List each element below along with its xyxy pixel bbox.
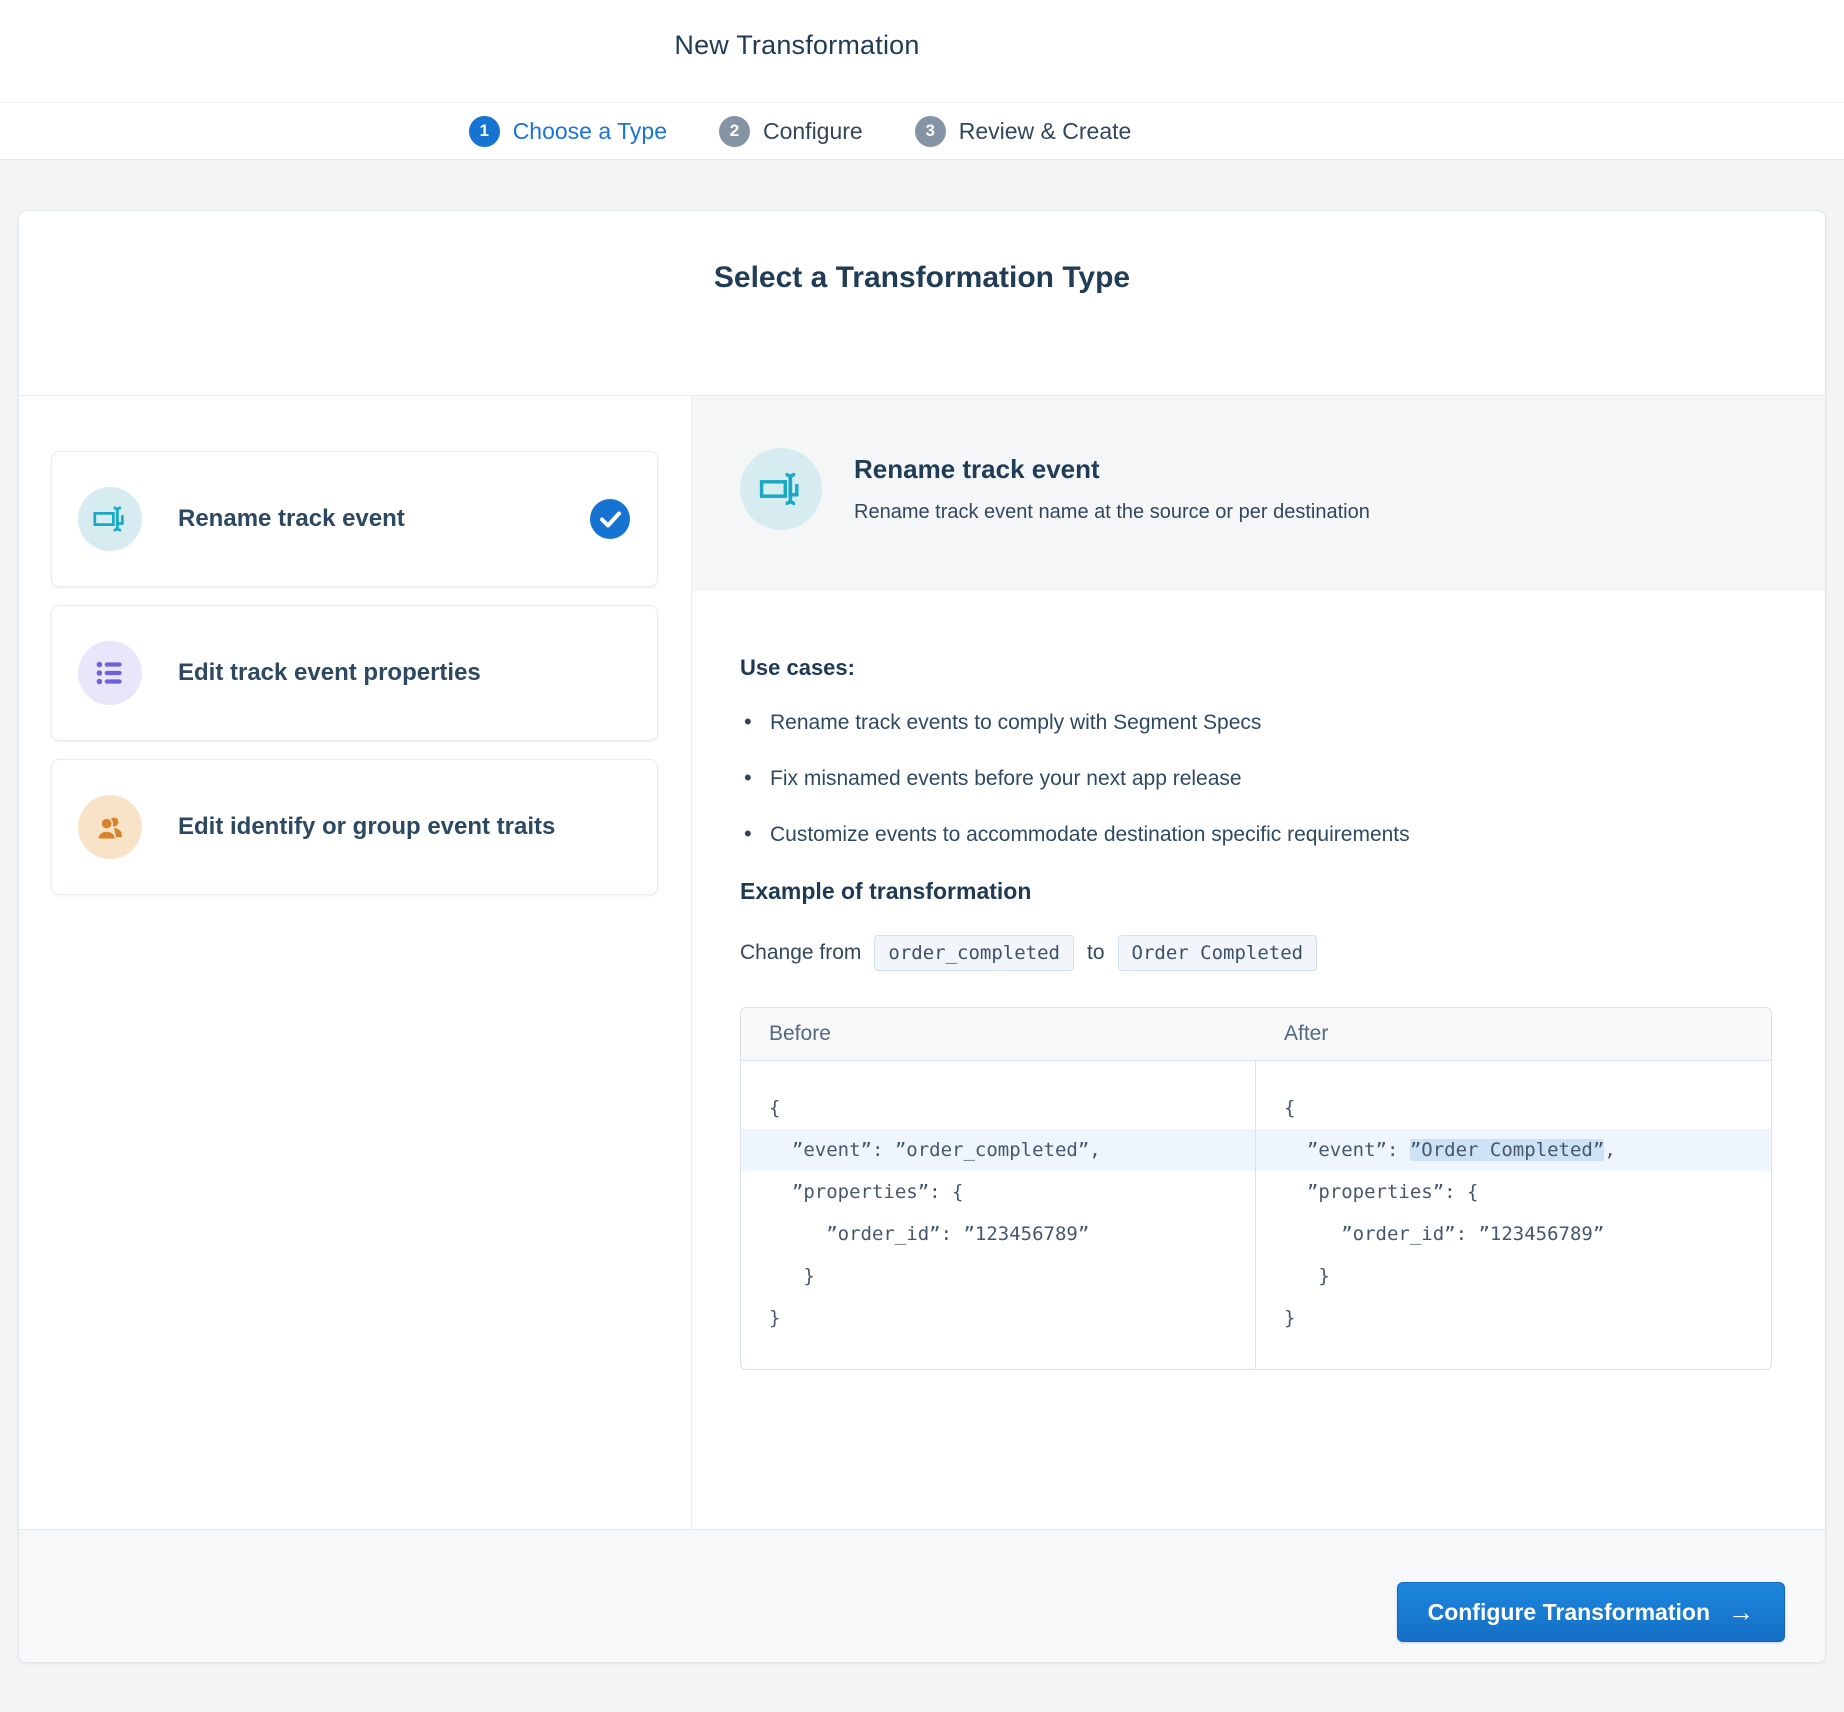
detail-body: Use cases: Rename track events to comply… [692, 591, 1825, 1370]
arrow-right-icon: → [1728, 1597, 1754, 1628]
rename-icon [740, 447, 822, 530]
before-column-header: Before [769, 1021, 831, 1045]
code-line: { [1284, 1096, 1296, 1119]
code-line: ”properties”: { [1284, 1180, 1479, 1203]
detail-panel: Rename track event Rename track event na… [692, 395, 1825, 1529]
selected-check-icon [589, 498, 631, 540]
detail-title: Rename track event [854, 453, 1100, 484]
configure-transformation-button[interactable]: Configure Transformation → [1396, 1582, 1785, 1643]
to-event-chip: Order Completed [1117, 934, 1318, 971]
code-line: ”event”: ”order_completed”, [741, 1128, 1255, 1171]
users-icon [78, 794, 142, 859]
change-example-row: Change from order_completed to Order Com… [740, 934, 1773, 971]
configure-transformation-label: Configure Transformation [1427, 1598, 1710, 1625]
step-label: Review & Create [958, 117, 1132, 144]
stepper-step-configure[interactable]: 2 Configure [718, 115, 863, 147]
option-card-edit-identify-or-group-event-traits[interactable]: Edit identify or group event traits [51, 758, 658, 895]
transformation-type-card: Select a Transformation Type Rename trac… [18, 210, 1826, 1663]
list-icon [78, 640, 142, 705]
modal-title: New Transformation [674, 30, 920, 60]
example-heading: Example of transformation [740, 877, 1032, 904]
code-line: } [1284, 1264, 1330, 1287]
card-footer: Configure Transformation → [19, 1529, 1825, 1662]
step-label: Choose a Type [512, 117, 667, 144]
use-case-item: Rename track events to comply with Segme… [740, 708, 1773, 737]
wizard-stepper: 1 Choose a Type 2 Configure 3 Review & Create [0, 103, 1844, 160]
code-line: ”order_id”: ”123456789” [1284, 1222, 1605, 1245]
option-card-rename-track-event[interactable]: Rename track event [51, 450, 658, 587]
after-code-block: { ”event”: ”Order Completed”, ”propertie… [1256, 1061, 1771, 1369]
code-line: } [769, 1264, 815, 1287]
code-line: ”event”: ”Order Completed”, [1256, 1128, 1771, 1171]
before-after-table: Before After { ”event”: ”order_completed… [740, 1006, 1772, 1370]
before-after-header-row: Before After [741, 1007, 1771, 1061]
detail-header: Rename track event Rename track event na… [692, 395, 1825, 591]
card-title-row: Select a Transformation Type [19, 211, 1825, 396]
after-column-header: After [1284, 1021, 1329, 1045]
detail-header-text: Rename track event Rename track event na… [854, 448, 1370, 591]
stepper-step-review-create[interactable]: 3 Review & Create [914, 115, 1132, 147]
use-cases-list: Rename track events to comply with Segme… [740, 708, 1773, 850]
use-case-item: Fix misnamed events before your next app… [740, 764, 1773, 793]
code-line: ”order_id”: ”123456789” [769, 1222, 1090, 1245]
from-event-chip: order_completed [874, 934, 1074, 971]
option-card-edit-track-event-properties[interactable]: Edit track event properties [51, 604, 658, 741]
change-prefix: Change from [740, 940, 862, 964]
code-line: } [769, 1306, 781, 1329]
page-title: Select a Transformation Type [713, 261, 1131, 294]
page-background: Select a Transformation Type Rename trac… [0, 160, 1844, 1663]
option-label: Edit identify or group event traits [178, 812, 556, 840]
step-number-badge: 1 [468, 115, 500, 147]
step-label: Configure [762, 117, 863, 144]
step-number-badge: 2 [718, 115, 750, 147]
code-line: { [769, 1096, 781, 1119]
code-line: ”properties”: { [769, 1180, 964, 1203]
option-label: Edit track event properties [178, 658, 481, 686]
transformation-options-list: Rename track event Edit track event prope… [19, 395, 692, 1530]
detail-description: Rename track event name at the source or… [854, 500, 1370, 523]
use-case-item: Customize events to accommodate destinat… [740, 820, 1773, 849]
stepper-steps-container: 1 Choose a Type 2 Configure 3 Review & Create [0, 103, 1600, 159]
modal-header: New Transformation [0, 0, 1844, 103]
highlighted-code-value: ”Order Completed” [1409, 1138, 1605, 1161]
rename-icon [78, 486, 142, 551]
change-connector: to [1087, 940, 1105, 964]
option-label: Rename track event [178, 504, 405, 532]
use-cases-heading: Use cases: [740, 654, 855, 680]
code-line: } [1284, 1306, 1296, 1329]
step-number-badge: 3 [914, 115, 946, 147]
before-code-block: { ”event”: ”order_completed”, ”propertie… [741, 1060, 1256, 1369]
stepper-step-choose-a-type[interactable]: 1 Choose a Type [468, 115, 667, 147]
